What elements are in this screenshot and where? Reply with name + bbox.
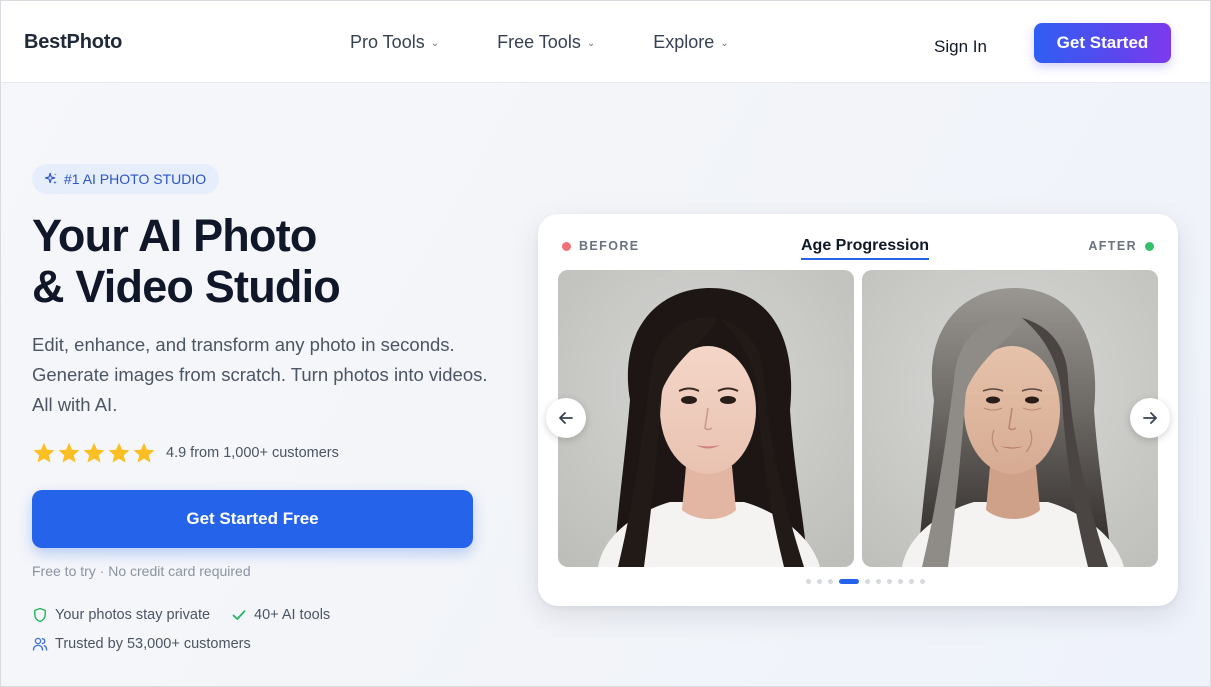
before-dot: [562, 241, 571, 251]
nav-item-explore[interactable]: Explore ⌄: [653, 32, 728, 53]
star-icon: [108, 442, 130, 463]
pagination-dot[interactable]: [887, 579, 892, 584]
hero-title: Your AI Photo & Video Studio: [32, 210, 341, 312]
badge-label: #1 AI PHOTO STUDIO: [64, 171, 207, 187]
trust-customers-label: Trusted by 53,000+ customers: [55, 636, 251, 652]
nav-item-pro-tools[interactable]: Pro Tools ⌄: [350, 32, 439, 53]
hero-subtitle: Edit, enhance, and transform any photo i…: [32, 334, 488, 415]
pagination-dot[interactable]: [806, 579, 811, 584]
after-photo: [862, 270, 1158, 567]
nav-menu: Pro Tools ⌄ Free Tools ⌄ Explore ⌄: [350, 32, 787, 53]
get-started-button[interactable]: Get Started: [1034, 23, 1171, 63]
after-label: AFTER: [1088, 239, 1154, 253]
hero-title-line-1: Your AI Photo: [32, 210, 317, 261]
trust-customers: Trusted by 53,000+ customers: [32, 636, 251, 652]
before-photo: [558, 270, 854, 567]
pagination-dot[interactable]: [828, 579, 833, 584]
pagination-dot[interactable]: [817, 579, 822, 584]
rating: 4.9 from 1,000+ customers: [32, 441, 339, 465]
page: BestPhoto Pro Tools ⌄ Free Tools ⌄ Explo…: [0, 0, 1211, 687]
chevron-down-icon: ⌄: [720, 38, 729, 49]
previous-arrow[interactable]: [546, 398, 586, 438]
sign-in-link[interactable]: Sign In: [934, 37, 987, 57]
hero-badge: #1 AI PHOTO STUDIO: [32, 164, 220, 194]
showcase-card: BEFORE Age Progression AFTER: [538, 214, 1178, 606]
trust-private-label: Your photos stay private: [55, 607, 211, 623]
top-nav: BestPhoto Pro Tools ⌄ Free Tools ⌄ Explo…: [1, 1, 1210, 83]
pagination-dot[interactable]: [920, 579, 925, 584]
nav-item-label: Free Tools: [497, 32, 581, 52]
trust-tools-label: 40+ AI tools: [254, 607, 331, 623]
chevron-down-icon: ⌄: [430, 38, 440, 49]
sparkle-icon: [44, 172, 57, 185]
shield-icon: [34, 607, 46, 623]
next-arrow[interactable]: [1130, 398, 1170, 438]
after-label-text: AFTER: [1088, 239, 1137, 253]
nav-item-free-tools[interactable]: Free Tools ⌄: [497, 32, 595, 53]
no-credit-card-note: Free to try · No credit card required: [32, 563, 251, 579]
check-icon: [232, 610, 246, 620]
nav-item-label: Pro Tools: [350, 32, 425, 52]
logo[interactable]: BestPhoto: [24, 31, 122, 54]
nav-item-label: Explore: [653, 32, 715, 52]
hero-title-line-2: & Video Studio: [32, 261, 341, 312]
users-icon: [32, 637, 48, 651]
pagination-dots: [806, 579, 925, 584]
star-rating: [32, 441, 156, 465]
get-started-free-button[interactable]: Get Started Free: [32, 490, 473, 548]
pagination-dot[interactable]: [898, 579, 903, 584]
pagination-dot-active[interactable]: [839, 579, 859, 584]
trust-private: Your photos stay private: [32, 607, 210, 623]
after-dot: [1145, 241, 1154, 251]
star-icon: [133, 442, 155, 463]
before-label: BEFORE: [562, 239, 640, 253]
star-icon: [33, 442, 55, 463]
chevron-down-icon: ⌄: [586, 38, 596, 49]
arrow-left-icon: [559, 412, 573, 424]
pagination-dot[interactable]: [876, 579, 881, 584]
pagination-dot[interactable]: [909, 579, 914, 584]
pagination-dot[interactable]: [865, 579, 870, 584]
before-label-text: BEFORE: [579, 239, 640, 253]
arrow-right-icon: [1143, 412, 1157, 424]
star-icon: [58, 442, 80, 463]
rating-text: 4.9 from 1,000+ customers: [166, 445, 339, 461]
star-icon: [83, 442, 105, 463]
showcase-title[interactable]: Age Progression: [801, 237, 930, 260]
trust-tools: 40+ AI tools: [231, 607, 330, 623]
